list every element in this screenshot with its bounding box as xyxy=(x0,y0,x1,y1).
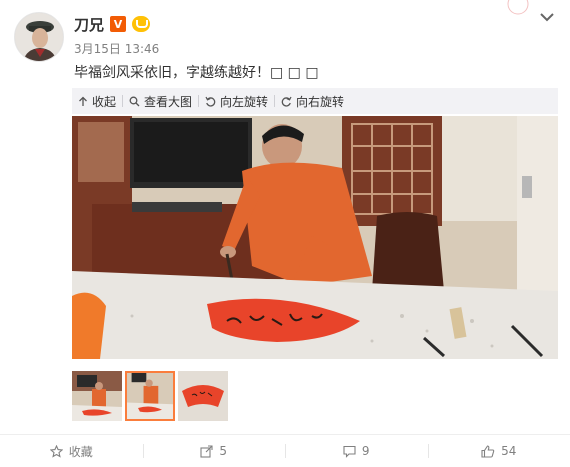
magnifier-icon xyxy=(129,96,140,106)
author-row: 刀兄 V xyxy=(74,14,151,35)
thumbnail-3[interactable] xyxy=(178,371,228,421)
thumbnail-2-selected[interactable] xyxy=(125,371,175,421)
rotate-right-icon xyxy=(281,96,292,107)
thumbs-up-icon xyxy=(481,444,495,458)
media-toolbar: 收起 查看大图 向左旋转 向右旋转 xyxy=(72,88,558,114)
rotate-left-button[interactable]: 向左旋转 xyxy=(199,88,274,114)
star-icon xyxy=(49,444,63,458)
share-icon xyxy=(200,444,213,458)
weibo-post-card: 刀兄 V 3月15日 13:46 毕福剑风采依旧，字越练越好！□ □ □ 收起 … xyxy=(0,0,570,467)
thumbnail-image xyxy=(178,371,228,421)
thumbnail-image xyxy=(127,373,173,419)
view-large-label: 查看大图 xyxy=(144,94,193,109)
comment-button[interactable]: 9 xyxy=(285,435,428,467)
like-button[interactable]: 54 xyxy=(427,435,570,467)
post-text: 毕福剑风采依旧，字越练越好！□ □ □ xyxy=(74,65,319,81)
like-count: 54 xyxy=(501,444,517,458)
thumbnail-image xyxy=(72,371,122,421)
main-photo[interactable] xyxy=(72,116,558,359)
collapse-arrow-icon xyxy=(79,96,87,106)
thumbnail-1[interactable] xyxy=(72,371,122,421)
favorite-button[interactable]: 收藏 xyxy=(0,435,143,467)
member-crown-icon xyxy=(132,16,151,32)
rotate-left-icon xyxy=(205,96,216,107)
collapse-button[interactable]: 收起 xyxy=(72,88,122,114)
share-button[interactable]: 5 xyxy=(142,435,286,467)
favorite-label: 收藏 xyxy=(68,444,93,459)
post-timestamp[interactable]: 3月15日 13:46 xyxy=(74,40,159,57)
share-count: 5 xyxy=(219,444,228,458)
rotate-left-label: 向左旋转 xyxy=(220,94,269,109)
comment-icon xyxy=(343,445,356,458)
verified-badge-icon: V xyxy=(110,16,127,32)
avatar[interactable] xyxy=(14,12,64,62)
collapse-label: 收起 xyxy=(92,94,117,109)
post-action-bar: 收藏 5 9 54 xyxy=(0,434,570,467)
watermark-stamp-icon xyxy=(507,0,529,15)
calligraphy-photo-image xyxy=(72,116,558,359)
username[interactable]: 刀兄 xyxy=(74,14,104,35)
view-large-button[interactable]: 查看大图 xyxy=(123,88,198,114)
thumbnail-strip xyxy=(72,371,228,421)
rotate-right-label: 向右旋转 xyxy=(296,94,345,109)
comment-count: 9 xyxy=(361,444,370,458)
rotate-right-button[interactable]: 向右旋转 xyxy=(275,88,350,114)
chevron-down-icon[interactable] xyxy=(538,10,556,24)
